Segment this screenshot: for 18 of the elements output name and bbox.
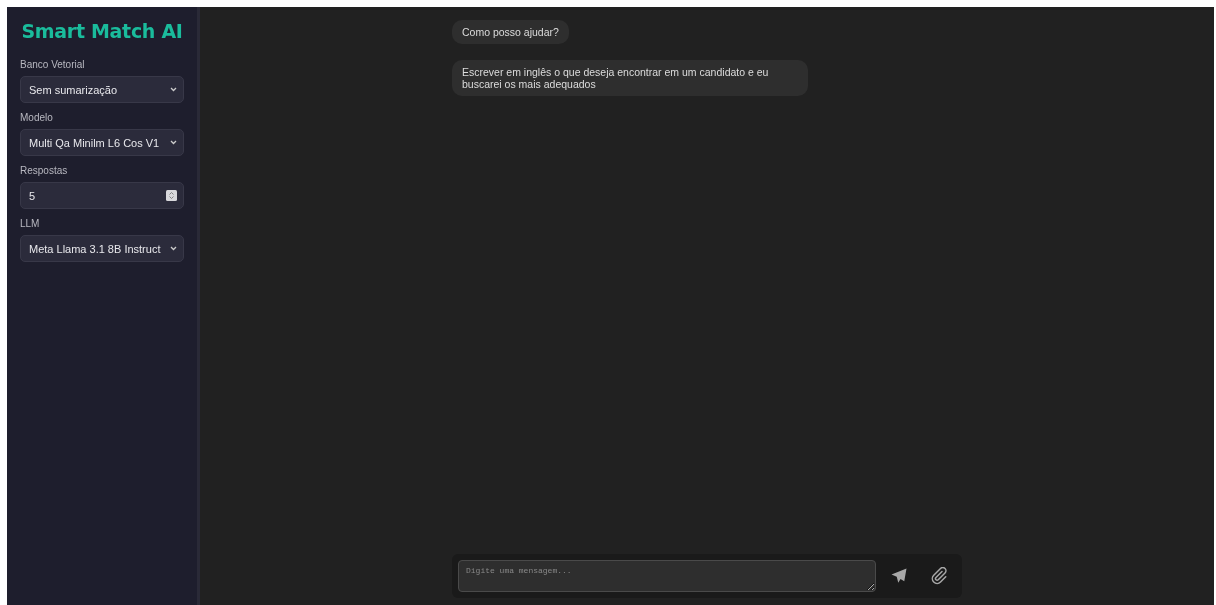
field-label: Modelo	[20, 112, 54, 124]
field-label: Respostas	[20, 165, 69, 177]
select-dropdown[interactable]: Multi Qa Minilm L6 Cos V1	[20, 129, 184, 156]
message-input[interactable]: Digite uma mensagem...	[458, 560, 876, 592]
chevron-down-icon	[170, 140, 177, 145]
spinner-icon[interactable]	[166, 190, 177, 201]
select-dropdown[interactable]: Sem sumarização	[20, 76, 184, 103]
paper-plane-icon	[890, 567, 908, 585]
chat-message: Escrever em inglês o que deseja encontrar em um candidato e eu buscarei os mais adequados	[452, 60, 808, 96]
field-label: Banco Vetorial	[20, 59, 86, 71]
paperclip-icon	[930, 567, 948, 585]
chevron-down-icon	[170, 87, 177, 92]
app-title: Smart Match AI	[20, 19, 184, 43]
number-input[interactable]: 5	[20, 182, 184, 209]
select-dropdown[interactable]: Meta Llama 3.1 8B Instruct	[20, 235, 184, 262]
chevron-down-icon	[170, 246, 177, 251]
field-label: LLM	[20, 218, 41, 230]
chat-message: Como posso ajudar?	[452, 20, 569, 44]
